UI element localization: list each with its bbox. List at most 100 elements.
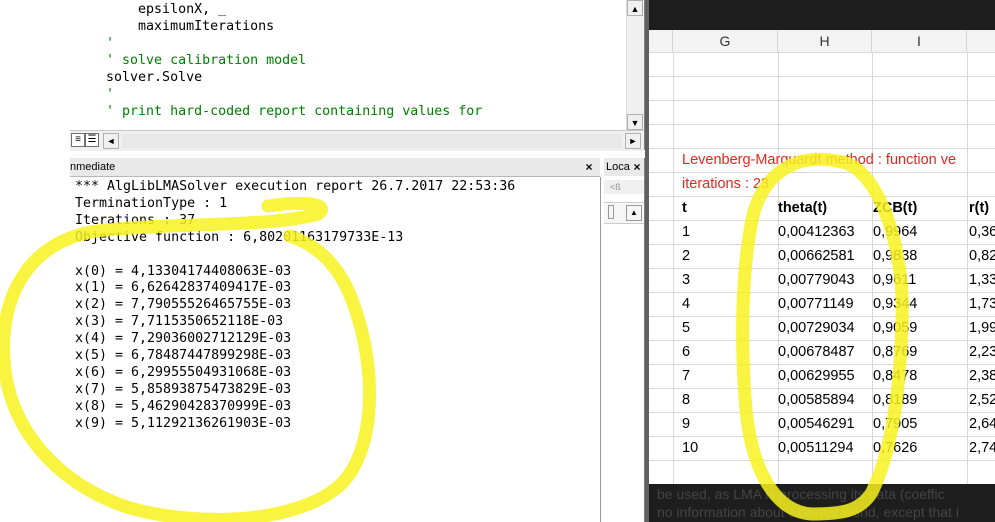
immediate-output-line: Iterations : 37 [75, 212, 196, 228]
table-cell[interactable]: 0,36 [969, 224, 995, 240]
table-cell[interactable]: 0,9838 [873, 248, 917, 264]
table-cell[interactable]: 0,00771149 [778, 296, 854, 312]
code-comment-line[interactable]: ' print hard-coded report containing val… [74, 103, 482, 120]
table-header-cell[interactable]: t [682, 200, 687, 216]
immediate-output-line: Objective function : 6,80201163179733E-1… [75, 229, 404, 245]
code-editor-text[interactable]: epsilonX, _ maximumIterations ' ' solve … [70, 0, 627, 130]
code-horizontal-scrollbar[interactable]: ≡ ☰ ◄ ► [70, 130, 644, 151]
code-line[interactable]: solver.Solve [74, 69, 202, 86]
table-cell[interactable]: 0,7626 [873, 440, 917, 456]
table-cell[interactable]: 2 [682, 248, 690, 264]
column-header-i[interactable]: I [872, 30, 967, 52]
table-cell[interactable]: 10 [682, 440, 698, 456]
full-module-view-button[interactable]: ☰ [85, 133, 99, 147]
table-cell[interactable]: 1 [682, 224, 690, 240]
code-line[interactable]: maximumIterations [74, 18, 274, 35]
immediate-output-line: x(8) = 5,46290428370999E-03 [75, 398, 292, 414]
table-cell[interactable]: 0,8478 [873, 368, 917, 384]
close-icon[interactable]: × [631, 160, 643, 174]
table-cell[interactable]: 8 [682, 392, 690, 408]
grid-line [649, 124, 995, 125]
table-cell[interactable]: 0,00412363 [778, 224, 855, 240]
scroll-up-arrow-icon[interactable]: ▲ [627, 0, 643, 16]
code-comment-line[interactable]: ' [74, 35, 114, 52]
excel-window[interactable]: G H I Levenberg-Marquardt method : funct… [649, 0, 995, 522]
close-icon[interactable]: × [582, 160, 596, 174]
scroll-down-arrow-icon[interactable]: ▼ [627, 114, 643, 130]
table-header-cell[interactable]: ZCB(t) [873, 200, 917, 216]
grid-line [649, 412, 995, 413]
table-cell[interactable]: 5 [682, 320, 690, 336]
immediate-output-line: x(3) = 7,7115350652118E-03 [75, 314, 284, 330]
iterations-cell[interactable]: iterations : 23 [682, 176, 769, 192]
table-cell[interactable]: 3 [682, 272, 690, 288]
grid-line [649, 244, 995, 245]
grid-line [649, 436, 995, 437]
table-cell[interactable]: 0,9059 [873, 320, 917, 336]
code-editor-pane[interactable]: epsilonX, _ maximumIterations ' ' solve … [70, 0, 645, 151]
horizontal-scroll-track[interactable] [122, 134, 622, 148]
column-headers: G H I [649, 30, 995, 53]
code-line[interactable]: epsilonX, _ [74, 1, 226, 18]
table-header-cell[interactable]: theta(t) [778, 200, 827, 216]
table-cell[interactable]: 0,00729034 [778, 320, 855, 336]
immediate-window-titlebar[interactable]: nmediate × [70, 158, 600, 177]
grid-line [649, 268, 995, 269]
grid-line [649, 292, 995, 293]
table-cell[interactable]: 0,8189 [873, 392, 917, 408]
immediate-window-output[interactable]: *** AlgLibLMASolver execution report 26.… [70, 177, 601, 522]
grid-line [649, 460, 995, 461]
column-header-g[interactable]: G [673, 30, 778, 52]
locals-context-bar: <ß [604, 180, 644, 194]
code-vertical-scrollbar[interactable]: ▲ ▼ [626, 0, 644, 130]
table-cell[interactable]: 1,73 [969, 296, 995, 312]
table-cell[interactable]: 0,82 [969, 248, 995, 264]
immediate-output-line: x(6) = 6,29955504931068E-03 [75, 364, 292, 380]
column-divider[interactable] [608, 205, 614, 219]
table-cell[interactable]: 0,7905 [873, 416, 917, 432]
table-cell[interactable]: 4 [682, 296, 690, 312]
table-cell[interactable]: 0,00779043 [778, 272, 855, 288]
table-cell[interactable]: 2,64 [969, 416, 995, 432]
table-cell[interactable]: 0,00585894 [778, 392, 855, 408]
table-cell[interactable]: 0,00629955 [778, 368, 855, 384]
table-cell[interactable]: 1,99 [969, 320, 995, 336]
locals-window[interactable]: Loca × <ß ▲ [604, 158, 645, 522]
immediate-output-line: x(5) = 6,78487447899298E-03 [75, 348, 292, 363]
table-cell[interactable]: 9 [682, 416, 690, 432]
grid-line [649, 220, 995, 221]
code-comment-line[interactable]: ' [74, 86, 114, 103]
method-title-cell[interactable]: Levenberg-Marquardt method : function ve [682, 152, 956, 168]
table-cell[interactable]: 0,00678487 [778, 344, 855, 360]
table-cell[interactable]: 0,00662581 [778, 248, 855, 264]
table-cell[interactable]: 0,9611 [873, 272, 916, 288]
table-cell[interactable]: 1,33 [969, 272, 995, 288]
grid-line [649, 76, 995, 77]
scroll-right-arrow-icon[interactable]: ► [625, 133, 641, 149]
table-cell[interactable]: 6 [682, 344, 690, 360]
table-cell[interactable]: 7 [682, 368, 690, 384]
table-cell[interactable]: 0,00511294 [778, 440, 854, 456]
column-header-j[interactable] [967, 30, 995, 52]
locals-window-title: Loca [606, 161, 630, 173]
procedure-view-button[interactable]: ≡ [71, 133, 85, 147]
table-cell[interactable]: 2,52 [969, 392, 995, 408]
table-cell[interactable]: 0,9344 [873, 296, 917, 312]
background-web-page: be used, as LMA is processing its data (… [649, 484, 995, 522]
table-cell[interactable]: 2,38 [969, 368, 995, 384]
background-text: no information about external world, exc… [657, 504, 959, 520]
table-cell[interactable]: 0,8769 [873, 344, 917, 360]
immediate-window-title: nmediate [70, 161, 116, 173]
code-comment-line[interactable]: ' solve calibration model [74, 52, 306, 69]
scroll-left-arrow-icon[interactable]: ◄ [103, 133, 119, 149]
scroll-up-arrow-icon[interactable]: ▲ [626, 205, 642, 221]
locals-window-titlebar[interactable]: Loca × [604, 158, 644, 176]
table-cell[interactable]: 0,9964 [873, 224, 917, 240]
immediate-output-line: *** AlgLibLMASolver execution report 26.… [75, 179, 516, 194]
table-cell[interactable]: 2,74 [969, 440, 995, 456]
table-header-cell[interactable]: r(t) [969, 200, 989, 216]
column-header-h[interactable]: H [778, 30, 872, 52]
grid-line [649, 100, 995, 101]
table-cell[interactable]: 2,23 [969, 344, 995, 360]
table-cell[interactable]: 0,00546291 [778, 416, 855, 432]
